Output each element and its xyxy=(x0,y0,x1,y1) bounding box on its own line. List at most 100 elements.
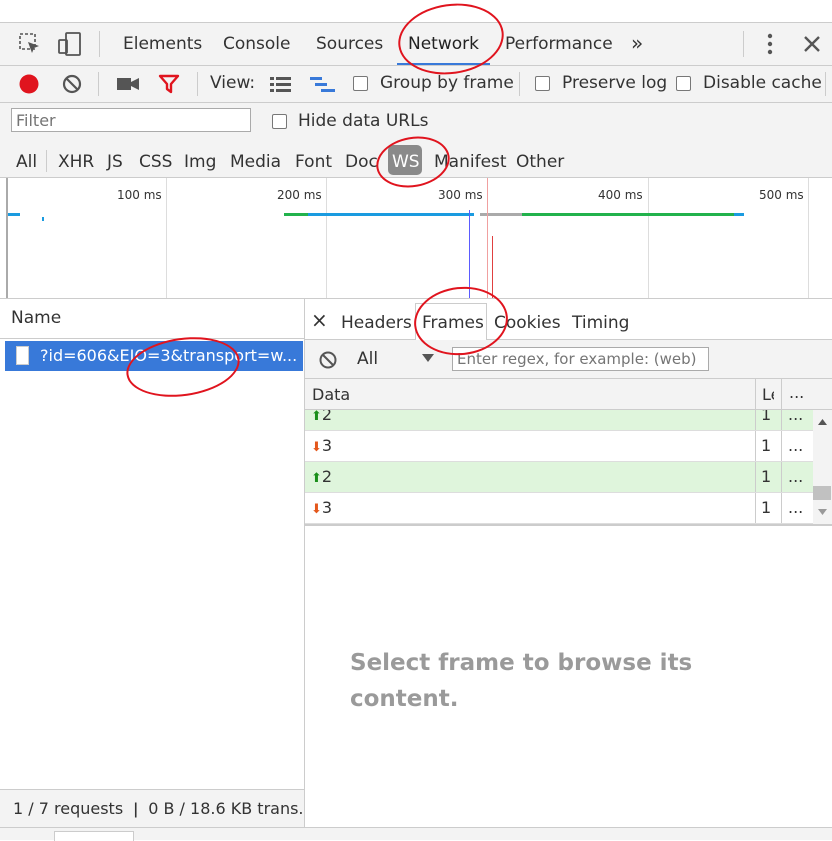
frame-row-sent[interactable]: ⬆2 1 ... xyxy=(305,410,813,431)
filter-input[interactable] xyxy=(11,108,251,132)
request-row-selected[interactable]: ?id=606&EIO=3&transport=w... xyxy=(5,341,303,371)
tab-frames[interactable]: Frames xyxy=(422,313,484,333)
clear-icon[interactable] xyxy=(61,73,83,95)
timeline-tick: 200 ms xyxy=(277,188,322,202)
waterfall-overview-icon[interactable] xyxy=(309,75,337,93)
frame-time: ... xyxy=(788,436,804,455)
frame-data-text: 3 xyxy=(321,436,333,455)
timeline-bar xyxy=(522,213,734,216)
type-filter-ws[interactable]: WS xyxy=(392,152,420,172)
tab-network[interactable]: Network xyxy=(408,34,479,54)
type-filter-all[interactable]: All xyxy=(16,152,37,172)
toolbar-separator xyxy=(825,72,826,96)
devtools-tab-bar: Elements Console Sources Network Perform… xyxy=(0,23,832,66)
timeline-bar xyxy=(308,213,474,216)
type-filter-img[interactable]: Img xyxy=(184,152,216,172)
type-filter-doc[interactable]: Doc xyxy=(345,152,378,172)
group-by-frame-checkbox[interactable] xyxy=(353,76,368,91)
column-separator xyxy=(755,462,756,492)
disable-cache-checkbox[interactable] xyxy=(676,76,691,91)
time-column-header[interactable]: ... xyxy=(789,383,804,402)
frame-time: ... xyxy=(788,467,804,486)
tab-performance[interactable]: Performance xyxy=(505,34,613,54)
kebab-menu-icon[interactable] xyxy=(764,33,776,57)
close-devtools-icon[interactable] xyxy=(803,35,821,53)
requests-header: Name xyxy=(0,299,304,339)
frame-row-received[interactable]: ⬇3 1 ... xyxy=(305,493,813,524)
requests-summary: 1 / 7 requests ǀ 0 B / 18.6 KB trans... xyxy=(13,799,314,818)
close-detail-icon[interactable]: × xyxy=(311,308,328,332)
scroll-up-icon[interactable] xyxy=(817,418,828,426)
tab-sources[interactable]: Sources xyxy=(316,34,383,54)
scrollbar-thumb[interactable] xyxy=(813,486,831,500)
device-toolbar-icon[interactable] xyxy=(57,31,83,57)
frame-time: ... xyxy=(788,498,804,517)
length-column-header[interactable]: Le xyxy=(762,385,774,404)
status-bar: 1 / 7 requests ǀ 0 B / 18.6 KB trans... xyxy=(0,789,314,828)
inspect-element-icon[interactable] xyxy=(19,33,41,55)
column-separator xyxy=(755,410,756,430)
data-column-header[interactable]: Data xyxy=(312,385,350,404)
type-filter-manifest[interactable]: Manifest xyxy=(434,152,507,172)
timeline-tick: 300 ms xyxy=(438,188,483,202)
type-filter-xhr[interactable]: XHR xyxy=(58,152,94,172)
frame-type-select-value[interactable]: All xyxy=(357,349,378,369)
frames-splitter[interactable] xyxy=(305,524,832,526)
regex-filter-input[interactable] xyxy=(452,347,709,371)
type-filter-font[interactable]: Font xyxy=(295,152,332,172)
name-column-header[interactable]: Name xyxy=(11,308,61,328)
type-separator xyxy=(46,150,47,172)
type-filter-js[interactable]: JS xyxy=(107,152,123,172)
large-rows-view-icon[interactable] xyxy=(269,75,293,93)
frame-length: 1 xyxy=(761,467,772,486)
column-separator xyxy=(781,431,782,461)
frames-table-header: Data Le ... xyxy=(305,379,832,410)
toolbar-separator xyxy=(197,72,198,96)
tab-timing[interactable]: Timing xyxy=(572,313,629,333)
timeline-tick: 500 ms xyxy=(759,188,804,202)
column-separator xyxy=(755,431,756,461)
scroll-down-icon[interactable] xyxy=(817,508,828,516)
preserve-log-label: Preserve log xyxy=(562,73,668,93)
timeline-gridline xyxy=(648,178,649,298)
frame-row-received[interactable]: ⬇3 1 ... xyxy=(305,431,813,462)
load-event-marker xyxy=(492,236,493,298)
more-tabs-button[interactable]: » xyxy=(631,31,643,55)
dropdown-arrow-icon[interactable] xyxy=(421,353,435,363)
drawer-tab[interactable] xyxy=(54,831,134,841)
tab-headers[interactable]: Headers xyxy=(341,313,412,333)
filter-funnel-icon[interactable] xyxy=(158,74,180,94)
frame-length: 1 xyxy=(761,498,772,517)
sent-arrow-icon: ⬆ xyxy=(311,410,322,424)
disable-cache-label: Disable cache xyxy=(703,73,822,93)
frame-data-text: 3 xyxy=(321,498,333,517)
preserve-log-checkbox[interactable] xyxy=(535,76,550,91)
type-filter-other[interactable]: Other xyxy=(516,152,564,172)
type-filter-css[interactable]: CSS xyxy=(139,152,172,172)
column-separator xyxy=(781,379,782,409)
column-separator xyxy=(781,493,782,523)
hide-data-urls-checkbox[interactable] xyxy=(272,114,287,129)
frame-data: ⬇3 xyxy=(311,436,332,455)
clear-frames-icon[interactable] xyxy=(318,350,338,370)
tab-elements[interactable]: Elements xyxy=(123,34,202,54)
tab-console[interactable]: Console xyxy=(223,34,291,54)
column-separator xyxy=(755,493,756,523)
frames-scrollbar[interactable] xyxy=(813,410,832,524)
type-filter-media[interactable]: Media xyxy=(230,152,281,172)
record-icon[interactable] xyxy=(18,73,40,95)
hide-data-urls-label: Hide data URLs xyxy=(298,111,429,131)
request-name: ?id=606&EIO=3&transport=w... xyxy=(40,346,298,365)
frame-length: 1 xyxy=(761,436,772,455)
timeline-tick: 100 ms xyxy=(117,188,162,202)
timeline-bar xyxy=(734,213,744,216)
frame-length: 1 xyxy=(761,410,772,424)
timeline-left-handle[interactable] xyxy=(6,178,8,298)
frame-data: ⬇3 xyxy=(311,498,332,517)
frame-row-sent[interactable]: ⬆2 1 ... xyxy=(305,462,813,493)
timeline-overview[interactable]: 100 ms 200 ms 300 ms 400 ms 500 ms xyxy=(0,178,832,299)
tab-cookies[interactable]: Cookies xyxy=(494,313,561,333)
requests-pane: Name ?id=606&EIO=3&transport=w... 1 / 7 … xyxy=(0,299,314,828)
capture-screenshots-icon[interactable] xyxy=(116,75,140,93)
group-by-frame-label: Group by frame xyxy=(380,73,514,93)
